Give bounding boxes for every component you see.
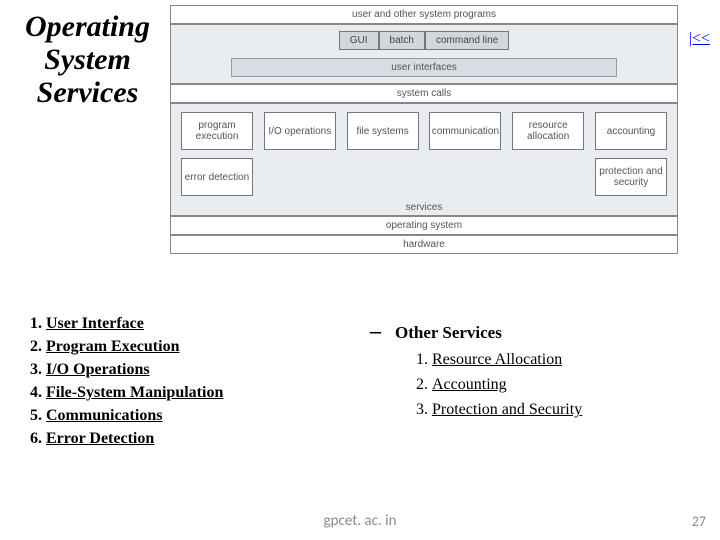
- list-item-label: Accounting: [432, 376, 507, 393]
- list-item: Program Execution: [46, 338, 350, 356]
- list-item-label: I/O Operations: [46, 361, 150, 378]
- footer-page-number: 27: [692, 513, 706, 530]
- diagram-services-layer: program execution I/O operations file sy…: [170, 103, 678, 216]
- list-item: I/O Operations: [46, 361, 350, 379]
- list-item: Accounting: [432, 376, 700, 394]
- dash-icon: –: [370, 318, 381, 343]
- list-item: Error Detection: [46, 430, 350, 448]
- list-item: Communications: [46, 407, 350, 425]
- list-item: Protection and Security: [432, 401, 700, 419]
- title-line: Operating: [25, 10, 150, 43]
- list-item-label: Communications: [46, 407, 162, 424]
- svc-box: file systems: [347, 112, 419, 150]
- list-item: File-System Manipulation: [46, 384, 350, 402]
- footer-site: gpcet. ac. in: [0, 512, 720, 530]
- other-services-heading: Other Services: [395, 323, 502, 342]
- list-item-label: Program Execution: [46, 338, 179, 355]
- diagram-ui-band: user interfaces: [231, 58, 617, 77]
- services-list-left: User Interface Program Execution I/O Ope…: [20, 310, 350, 453]
- list-item: Resource Allocation: [432, 351, 700, 369]
- svc-box: protection and security: [595, 158, 667, 196]
- list-item-label: User Interface: [46, 315, 144, 332]
- diagram-gui-box: GUI: [339, 31, 379, 50]
- list-item-label: Resource Allocation: [432, 351, 562, 368]
- svc-spacer: [347, 158, 419, 196]
- svc-box: communication: [429, 112, 501, 150]
- diagram-os-band: operating system: [170, 216, 678, 235]
- diagram-syscalls-band: system calls: [170, 84, 678, 103]
- svc-spacer: [264, 158, 336, 196]
- svc-box: error detection: [181, 158, 253, 196]
- back-link[interactable]: |<<: [689, 30, 710, 48]
- diagram-hw-band: hardware: [170, 235, 678, 254]
- list-item-label: File-System Manipulation: [46, 384, 223, 401]
- list-item-label: Error Detection: [46, 430, 154, 447]
- title-line: Services: [37, 76, 139, 109]
- svc-box: I/O operations: [264, 112, 336, 150]
- page-title: Operating System Services: [5, 10, 170, 109]
- services-list-right: – Other Services Resource Allocation Acc…: [370, 318, 700, 426]
- diagram-top-band: user and other system programs: [170, 5, 678, 24]
- diagram-batch-box: batch: [379, 31, 425, 50]
- diagram-cmdline-box: command line: [425, 31, 509, 50]
- os-architecture-diagram: user and other system programs GUI batch…: [170, 5, 678, 295]
- list-item: User Interface: [46, 315, 350, 333]
- svc-box: resource allocation: [512, 112, 584, 150]
- title-line: System: [44, 43, 131, 76]
- svc-box: program execution: [181, 112, 253, 150]
- list-item-label: Protection and Security: [432, 401, 582, 418]
- diagram-ui-layer: GUI batch command line user interfaces: [170, 24, 678, 84]
- svc-box: accounting: [595, 112, 667, 150]
- svc-spacer: [429, 158, 501, 196]
- svc-spacer: [512, 158, 584, 196]
- diagram-services-caption: services: [177, 200, 671, 213]
